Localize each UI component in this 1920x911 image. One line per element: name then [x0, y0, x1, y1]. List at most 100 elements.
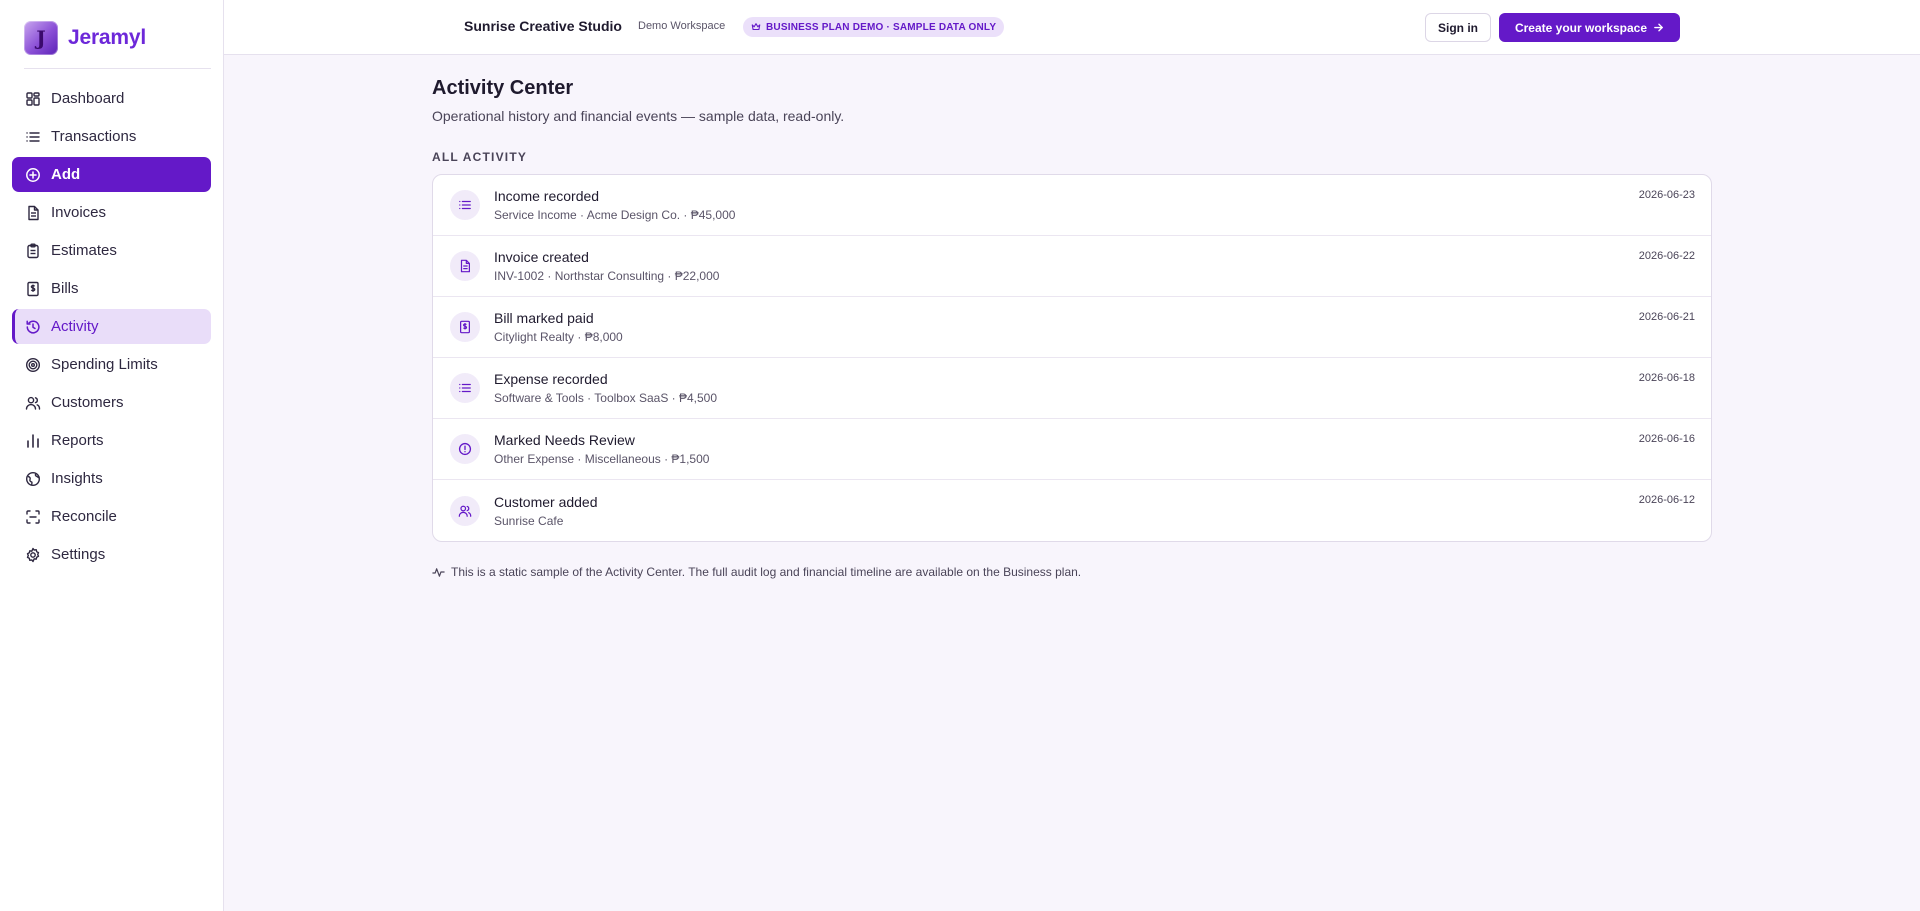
pulse-icon	[432, 567, 445, 577]
activity-date: 2026-06-12	[1638, 494, 1695, 506]
activity-icon	[450, 312, 480, 342]
activity-row[interactable]: Expense recorded Software & Tools · Tool…	[433, 358, 1711, 419]
sidebar: J Jeramyl Dashboard Transactions Add Inv…	[0, 0, 224, 911]
activity-detail: Sunrise Cafe	[494, 513, 564, 528]
sidebar-item-reports[interactable]: Reports	[12, 423, 211, 458]
sidebar-item-label: Settings	[51, 546, 106, 563]
activity-title: Customer added	[494, 493, 598, 510]
sidebar-item-label: Spending Limits	[51, 356, 158, 373]
sidebar-item-label: Bills	[51, 280, 79, 297]
gear-icon	[26, 547, 40, 562]
activity-text: Bill marked paid Citylight Realty · ₱8,0…	[494, 310, 623, 344]
activity-text: Customer added Sunrise Cafe	[494, 494, 598, 528]
activity-row[interactable]: Income recorded Service Income · Acme De…	[433, 175, 1711, 236]
sidebar-item-label: Invoices	[51, 204, 107, 221]
sidebar-nav: Dashboard Transactions Add Invoices Esti…	[0, 81, 223, 572]
bar-chart-icon	[27, 433, 39, 448]
activity-icon	[450, 434, 480, 464]
sidebar-item-label: Reports	[51, 432, 104, 449]
activity-detail: Other Expense · Miscellaneous · ₱1,500	[494, 452, 710, 466]
dashboard-icon	[26, 91, 40, 106]
create-workspace-button[interactable]: Create your workspace	[1499, 13, 1680, 42]
activity-title: Marked Needs Review	[494, 432, 635, 448]
activity-title: Income recorded	[494, 188, 600, 204]
activity-title: Bill marked paid	[494, 310, 594, 326]
footnote: This is a static sample of the Activity …	[432, 565, 1712, 579]
page-title: Activity Center	[432, 77, 574, 99]
activity-detail: Service Income · Acme Design Co. · ₱45,0…	[494, 208, 736, 222]
activity-icon	[450, 251, 480, 281]
create-workspace-label: Create your workspace	[1514, 20, 1648, 35]
activity-date: 2026-06-21	[1638, 311, 1695, 323]
activity-list: Income recorded Service Income · Acme De…	[432, 174, 1712, 542]
activity-text: Income recorded Service Income · Acme De…	[494, 188, 735, 222]
activity-text: Expense recorded Software & Tools · Tool…	[494, 371, 717, 405]
activity-icon	[450, 495, 480, 526]
sidebar-item-insights[interactable]: Insights	[12, 461, 211, 496]
users-icon	[25, 396, 41, 410]
activity-icon	[450, 373, 480, 403]
section-label: ALL ACTIVITY	[432, 150, 528, 164]
alert-circle-icon	[458, 442, 472, 456]
brand-name: Jeramyl	[68, 25, 146, 49]
globe-icon	[25, 471, 41, 486]
activity-detail: INV-1002 · Northstar Consulting · ₱22,00…	[494, 269, 720, 283]
plus-circle-icon	[26, 167, 40, 182]
sidebar-item-label: Add	[51, 166, 81, 183]
receipt-icon	[460, 320, 470, 334]
crown-icon	[751, 23, 761, 31]
sidebar-item-dashboard[interactable]: Dashboard	[12, 81, 211, 116]
activity-text: Invoice created INV-1002 · Northstar Con…	[494, 249, 719, 283]
sidebar-item-estimates[interactable]: Estimates	[12, 233, 211, 268]
list-icon	[26, 131, 40, 142]
activity-title: Expense recorded	[494, 371, 608, 387]
activity-row[interactable]: Marked Needs Review Other Expense · Misc…	[433, 419, 1711, 480]
activity-row[interactable]: Customer added Sunrise Cafe 2026-06-12	[433, 480, 1711, 541]
history-icon	[26, 319, 40, 333]
activity-text: Marked Needs Review Other Expense · Misc…	[494, 432, 709, 466]
brand[interactable]: J Jeramyl	[24, 19, 211, 69]
receipt-icon	[27, 281, 39, 296]
activity-detail: Citylight Realty · ₱8,000	[494, 330, 623, 344]
brand-logo: J	[24, 20, 58, 55]
plan-badge-label: BUSINESS PLAN DEMO · SAMPLE DATA ONLY	[766, 21, 997, 33]
activity-title: Invoice created	[494, 249, 589, 265]
document-icon	[28, 205, 39, 220]
sidebar-item-spending-limits[interactable]: Spending Limits	[12, 347, 211, 382]
sidebar-item-settings[interactable]: Settings	[12, 537, 211, 572]
list-icon	[459, 200, 471, 210]
activity-date: 2026-06-18	[1638, 372, 1695, 384]
activity-date: 2026-06-22	[1638, 250, 1695, 262]
main-content: Activity Center Operational history and …	[432, 55, 1712, 579]
sidebar-item-reconcile[interactable]: Reconcile	[12, 499, 211, 534]
users-icon	[458, 505, 472, 517]
sidebar-item-bills[interactable]: Bills	[12, 271, 211, 306]
document-icon	[460, 259, 470, 273]
sidebar-item-label: Transactions	[51, 128, 137, 145]
scan-icon	[26, 509, 40, 524]
workspace-type: Demo Workspace	[638, 20, 726, 32]
sidebar-item-invoices[interactable]: Invoices	[12, 195, 211, 230]
page-subtitle: Operational history and financial events…	[432, 108, 845, 124]
activity-date: 2026-06-23	[1638, 189, 1695, 201]
activity-detail: Software & Tools · Toolbox SaaS · ₱4,500	[494, 391, 718, 405]
footnote-text: This is a static sample of the Activity …	[451, 565, 1082, 579]
arrow-right-icon	[1654, 23, 1663, 32]
sidebar-item-customers[interactable]: Customers	[12, 385, 211, 420]
activity-row[interactable]: Invoice created INV-1002 · Northstar Con…	[433, 236, 1711, 297]
activity-icon	[450, 190, 480, 220]
clipboard-icon	[27, 243, 39, 258]
activity-date: 2026-06-16	[1638, 433, 1695, 445]
sidebar-item-add[interactable]: Add	[12, 157, 211, 192]
sidebar-item-label: Customers	[51, 394, 124, 411]
sidebar-item-transactions[interactable]: Transactions	[12, 119, 211, 154]
sign-in-button[interactable]: Sign in	[1425, 13, 1491, 42]
sidebar-item-label: Estimates	[51, 242, 117, 259]
list-icon	[459, 383, 471, 393]
top-bar: Sunrise Creative Studio Demo Workspace B…	[224, 0, 1920, 55]
sidebar-item-label: Activity	[51, 318, 99, 335]
plan-badge: BUSINESS PLAN DEMO · SAMPLE DATA ONLY	[743, 17, 1005, 37]
activity-row[interactable]: Bill marked paid Citylight Realty · ₱8,0…	[433, 297, 1711, 358]
sidebar-item-activity[interactable]: Activity	[12, 309, 211, 344]
workspace-name: Sunrise Creative Studio	[464, 18, 622, 34]
